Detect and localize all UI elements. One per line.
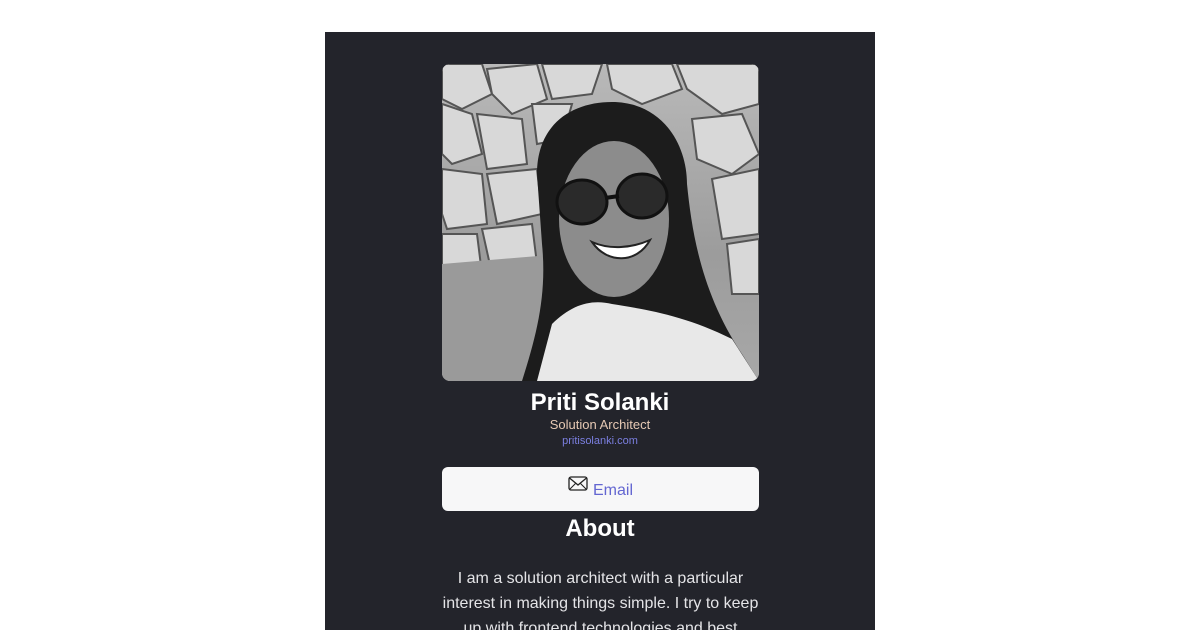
envelope-icon — [568, 476, 588, 496]
about-text: I am a solution architect with a particu… — [442, 570, 759, 630]
email-button[interactable]: Email — [442, 467, 759, 511]
profile-name: Priti Solanki — [530, 389, 670, 416]
profile-role: Solution Architect — [549, 417, 651, 432]
profile-photo — [442, 64, 759, 381]
email-button-label: Email — [592, 482, 633, 499]
about-heading: About — [565, 515, 635, 542]
profile-card: Priti Solanki Solution Architect pritiso… — [325, 32, 875, 630]
website-link[interactable]: pritisolanki.com — [325, 434, 875, 448]
